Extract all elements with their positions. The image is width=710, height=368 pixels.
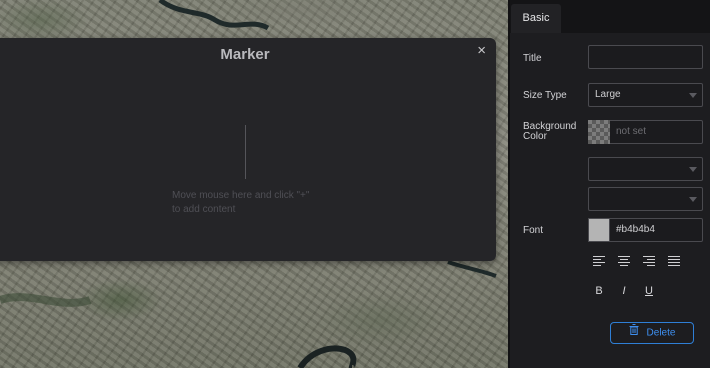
properties-panel: Basic Title Size Type Large Background C… — [508, 0, 710, 368]
up-arrow-line — [245, 125, 246, 179]
extra-select-1[interactable] — [588, 157, 703, 181]
align-justify-icon[interactable] — [667, 254, 683, 268]
chevron-down-icon — [689, 197, 697, 202]
delete-button[interactable]: Delete — [610, 322, 694, 344]
marker-dialog: Marker × Move mouse here and click "+" t… — [0, 38, 496, 261]
background-color-swatch[interactable] — [588, 120, 610, 144]
title-input[interactable] — [588, 45, 703, 69]
underline-button[interactable]: U — [642, 285, 656, 297]
background-color-input[interactable]: not set — [610, 120, 703, 144]
align-right-icon[interactable] — [642, 254, 658, 268]
extra-select-2[interactable] — [588, 187, 703, 211]
italic-button[interactable]: I — [617, 285, 631, 297]
tab-basic[interactable]: Basic — [511, 4, 561, 33]
hint-line-2: to add content — [172, 204, 236, 215]
align-center-icon[interactable] — [617, 254, 633, 268]
delete-label: Delete — [646, 327, 676, 339]
dialog-title: Marker — [220, 46, 270, 63]
add-content-hint[interactable]: Move mouse here and click "+" to add con… — [172, 189, 342, 217]
title-label: Title — [523, 53, 542, 64]
size-type-select[interactable]: Large — [588, 83, 703, 107]
close-icon[interactable]: × — [477, 43, 486, 58]
font-color-input[interactable]: #b4b4b4 — [610, 218, 703, 242]
bold-button[interactable]: B — [592, 285, 606, 297]
background-color-label: Background Color — [523, 121, 577, 142]
hint-line-1: Move mouse here and click "+" — [172, 190, 310, 201]
size-type-label: Size Type — [523, 90, 567, 101]
trash-icon — [629, 323, 639, 343]
chevron-down-icon — [689, 93, 697, 98]
chevron-down-icon — [689, 167, 697, 172]
size-type-value: Large — [595, 89, 621, 100]
align-left-icon[interactable] — [592, 254, 608, 268]
font-label: Font — [523, 225, 544, 236]
tab-bar: Basic — [510, 0, 710, 33]
font-color-swatch[interactable] — [588, 218, 610, 242]
